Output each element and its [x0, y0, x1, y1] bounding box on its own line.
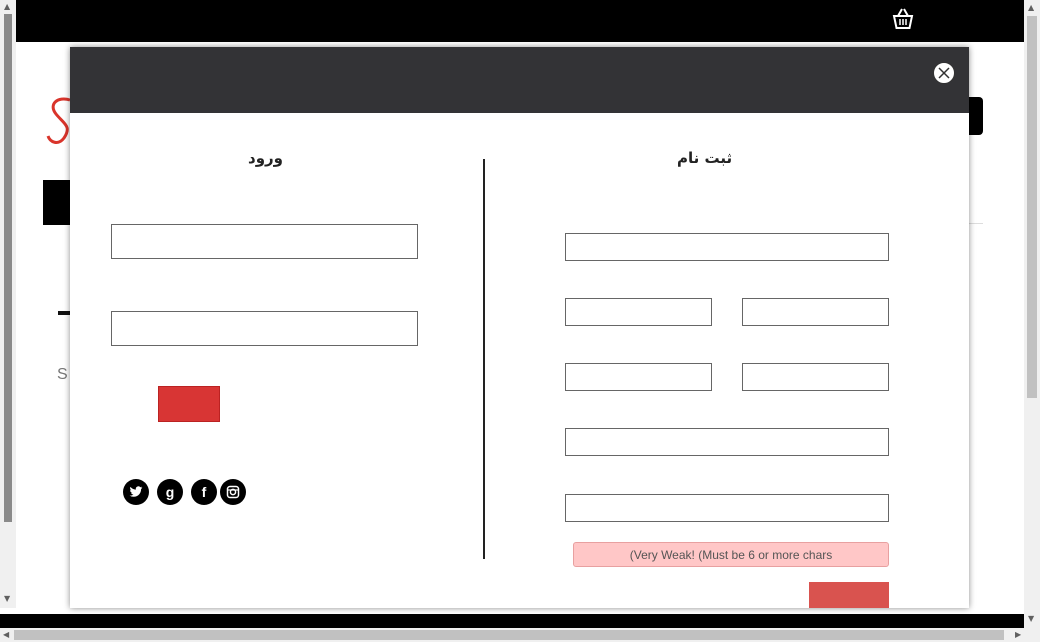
close-icon: [938, 67, 950, 79]
site-top-bar: [16, 0, 1025, 42]
scroll-right-arrow-icon[interactable]: ▶: [1015, 631, 1021, 639]
horizontal-scrollbar-thumb[interactable]: [14, 630, 1004, 640]
background-text: S: [57, 366, 68, 383]
background-divider: [968, 223, 983, 224]
password-strength-meter: (Very Weak! (Must be 6 or more chars: [573, 542, 889, 567]
column-divider: [483, 159, 485, 559]
facebook-button[interactable]: f: [191, 479, 217, 505]
left-scrollbar-thumb[interactable]: [4, 14, 12, 522]
site-footer-bar: [0, 614, 1025, 628]
shopping-basket-icon[interactable]: [890, 6, 916, 32]
register-field-2b-input[interactable]: [742, 298, 889, 326]
register-field-1-input[interactable]: [565, 233, 889, 261]
scroll-down-arrow-icon[interactable]: ▼: [1028, 615, 1034, 623]
auth-modal: ورود g f ثبت نام (Very Weak! (Must be 6 …: [70, 47, 969, 608]
login-title: ورود: [248, 149, 283, 167]
register-field-3b-input[interactable]: [742, 363, 889, 391]
login-password-input[interactable]: [111, 311, 418, 346]
register-title: ثبت نام: [677, 149, 733, 167]
left-scrollbar[interactable]: ▲ ▼: [0, 0, 16, 608]
background-menu-block: [43, 180, 73, 225]
scroll-down-arrow-icon[interactable]: ▼: [4, 595, 10, 603]
google-button[interactable]: g: [157, 479, 183, 505]
register-field-2a-input[interactable]: [565, 298, 712, 326]
google-icon: g: [165, 484, 175, 500]
scroll-up-arrow-icon[interactable]: ▲: [1028, 4, 1034, 12]
right-scrollbar-thumb[interactable]: [1027, 16, 1037, 398]
register-field-3a-input[interactable]: [565, 363, 712, 391]
modal-header: [70, 47, 969, 113]
instagram-icon: [226, 485, 240, 499]
right-scrollbar[interactable]: ▲ ▼: [1024, 0, 1040, 628]
register-password-input[interactable]: [565, 494, 889, 522]
page: S ورود g f ثبت نام (Very Weak! (Must be …: [0, 0, 1040, 642]
close-button[interactable]: [933, 62, 955, 84]
instagram-button[interactable]: [220, 479, 246, 505]
facebook-icon: f: [201, 484, 207, 500]
twitter-icon: [129, 486, 143, 497]
register-submit-button[interactable]: [809, 582, 889, 608]
login-submit-button[interactable]: [158, 386, 220, 422]
scroll-up-arrow-icon[interactable]: ▲: [4, 3, 10, 11]
register-field-4-input[interactable]: [565, 428, 889, 456]
scroll-left-arrow-icon[interactable]: ◀: [3, 631, 9, 639]
horizontal-scrollbar[interactable]: ◀ ▶: [0, 628, 1040, 642]
twitter-button[interactable]: [123, 479, 149, 505]
login-username-input[interactable]: [111, 224, 418, 259]
